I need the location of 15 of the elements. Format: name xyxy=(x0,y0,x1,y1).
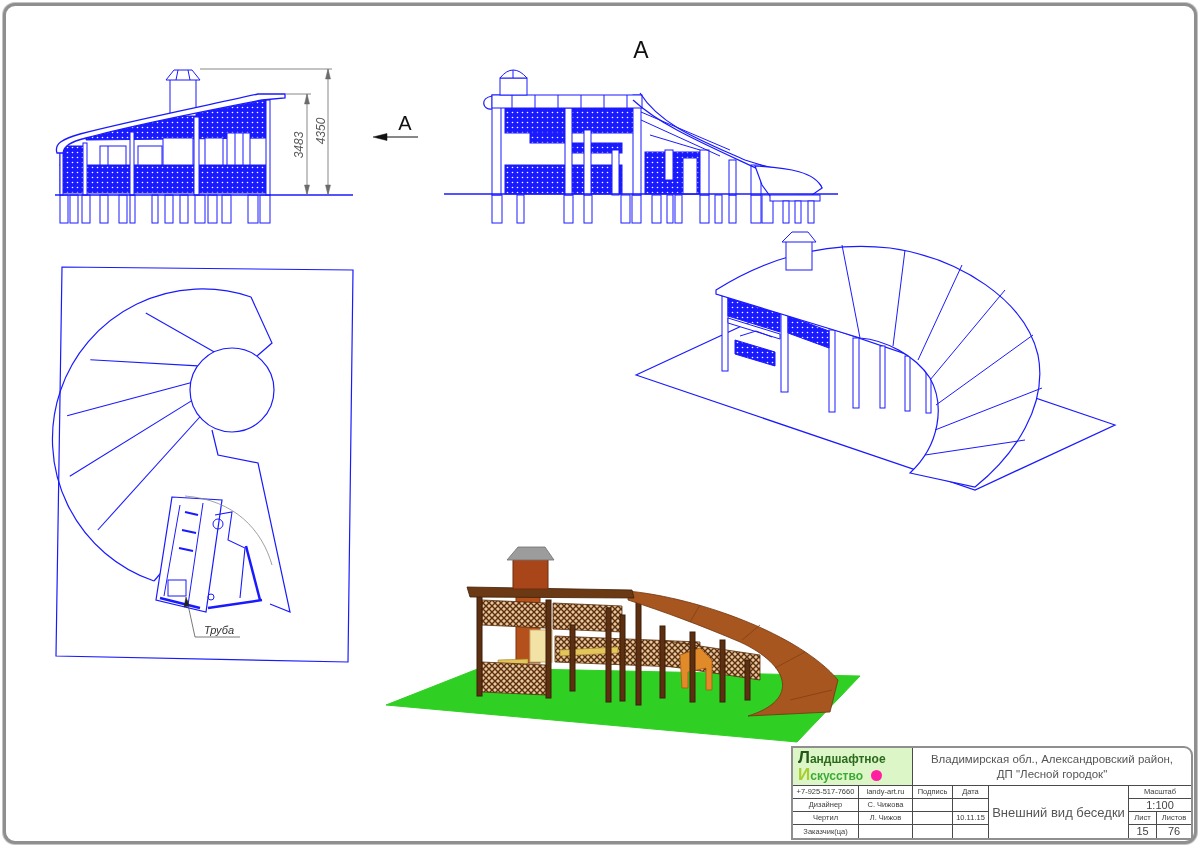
section-arrow xyxy=(372,133,419,141)
view-label: А xyxy=(633,37,649,63)
sheet-title: Внешний вид беседки xyxy=(992,805,1125,819)
dimension-value: 3483 xyxy=(292,131,306,159)
logo-dot-icon xyxy=(871,769,883,781)
logo-text: Искусство xyxy=(798,767,864,783)
dimension-value: 4350 xyxy=(314,117,328,145)
address-text: Владимирская обл., Александровский район, ДП "Лесной городок" xyxy=(930,751,1174,782)
sheet-count: 76 xyxy=(1167,826,1181,837)
logo-text: Ландшафтное xyxy=(798,750,887,766)
section-label: А xyxy=(398,112,412,134)
leader-line xyxy=(183,596,241,638)
sheet-number: 15 xyxy=(1136,826,1149,837)
callout-label: Труба xyxy=(204,624,235,636)
scale-value: 1:100 xyxy=(1146,799,1174,811)
